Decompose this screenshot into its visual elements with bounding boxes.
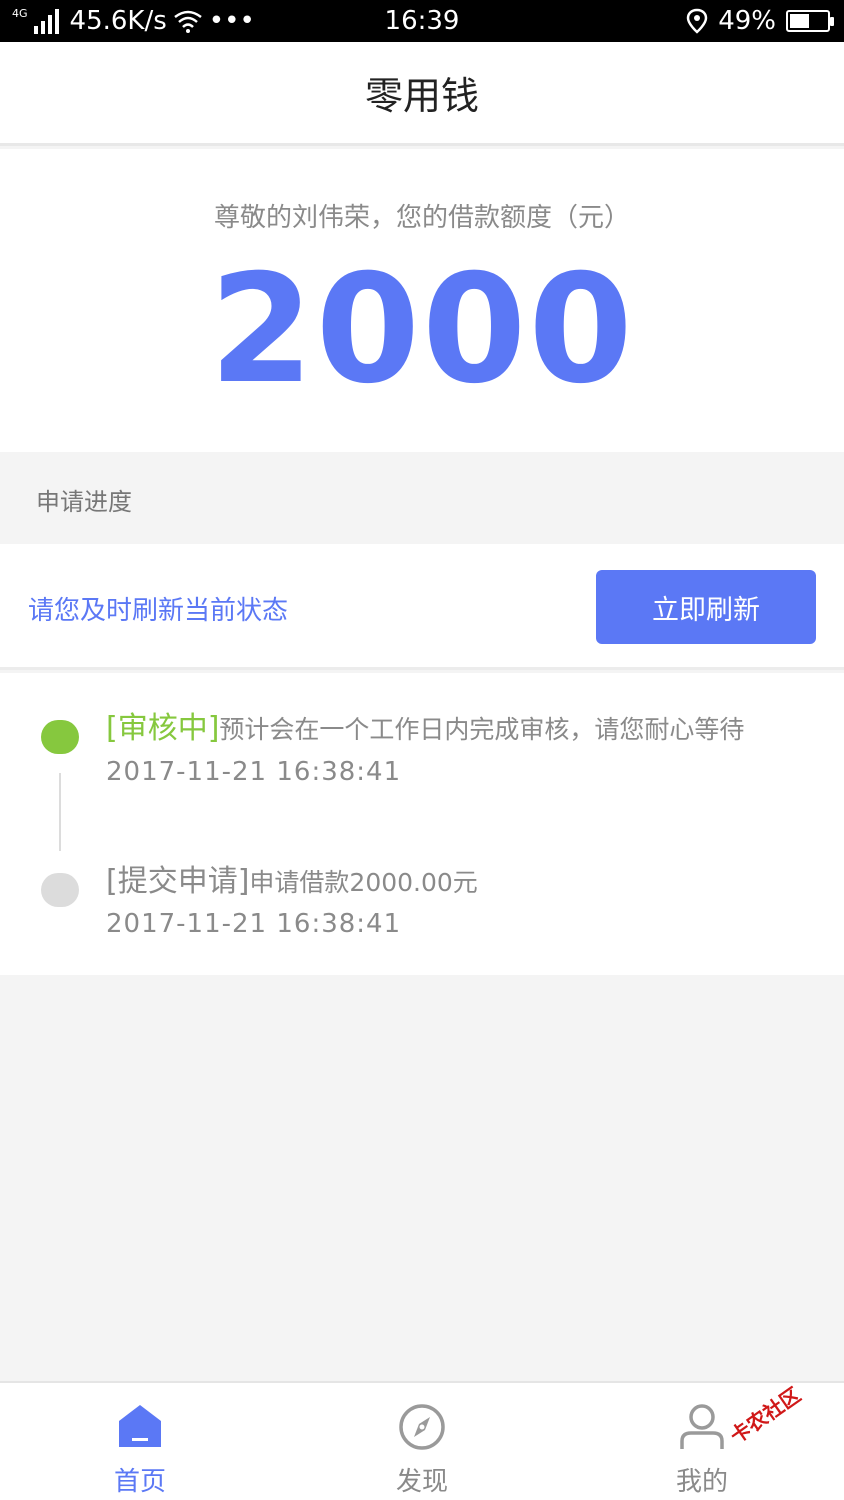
- tab-bar: 首页 发现 我的: [0, 1381, 844, 1500]
- battery-icon: [786, 10, 834, 32]
- step-message: 预计会在一个工作日内完成审核，请您耐心等待: [219, 715, 745, 744]
- quota-card: 尊敬的刘伟荣，您的借款额度（元） 2000: [0, 149, 844, 452]
- page-title: 零用钱: [364, 74, 479, 118]
- location-icon: [686, 8, 708, 34]
- user-icon: [680, 1404, 724, 1449]
- step-status-tag: [提交申请]: [106, 864, 250, 899]
- timeline-step: [审核中]预计会在一个工作日内完成审核，请您耐心等待: [106, 703, 744, 747]
- tab-label: 发现: [395, 1467, 448, 1497]
- step-time: 2017-11-21 16:38:41: [106, 909, 402, 939]
- battery-percent: 49%: [718, 6, 776, 36]
- status-right: 49%: [686, 6, 834, 36]
- tab-home[interactable]: 首页: [60, 1383, 220, 1500]
- step-message: 申请借款2000.00元: [249, 868, 478, 897]
- quota-amount: 2000: [209, 243, 635, 417]
- timeline-dot-done: [41, 873, 79, 907]
- tab-discover[interactable]: 发现: [342, 1383, 502, 1500]
- timeline-connector: [59, 773, 61, 851]
- tab-label: 我的: [675, 1467, 728, 1497]
- home-icon: [119, 1405, 161, 1447]
- timeline-step: [提交申请]申请借款2000.00元: [106, 856, 478, 900]
- progress-section-title: 申请进度: [36, 488, 132, 516]
- tab-label: 首页: [113, 1467, 166, 1497]
- step-time: 2017-11-21 16:38:41: [106, 757, 402, 787]
- step-status-tag: [审核中]: [106, 711, 220, 746]
- refresh-row: 请您及时刷新当前状态 立即刷新: [0, 544, 844, 670]
- quota-greeting: 尊敬的刘伟荣，您的借款额度（元）: [213, 203, 630, 233]
- progress-section-header: 申请进度: [0, 452, 844, 544]
- compass-icon: [399, 1404, 445, 1450]
- refresh-button[interactable]: 立即刷新: [596, 570, 816, 644]
- refresh-hint: 请您及时刷新当前状态: [28, 596, 289, 626]
- progress-timeline: [审核中]预计会在一个工作日内完成审核，请您耐心等待 2017-11-21 16…: [0, 673, 844, 975]
- status-bar: 4G 45.6K/s ••• 16:39 49%: [0, 0, 844, 42]
- nav-bar: 零用钱: [0, 42, 844, 146]
- timeline-dot-active: [41, 720, 79, 754]
